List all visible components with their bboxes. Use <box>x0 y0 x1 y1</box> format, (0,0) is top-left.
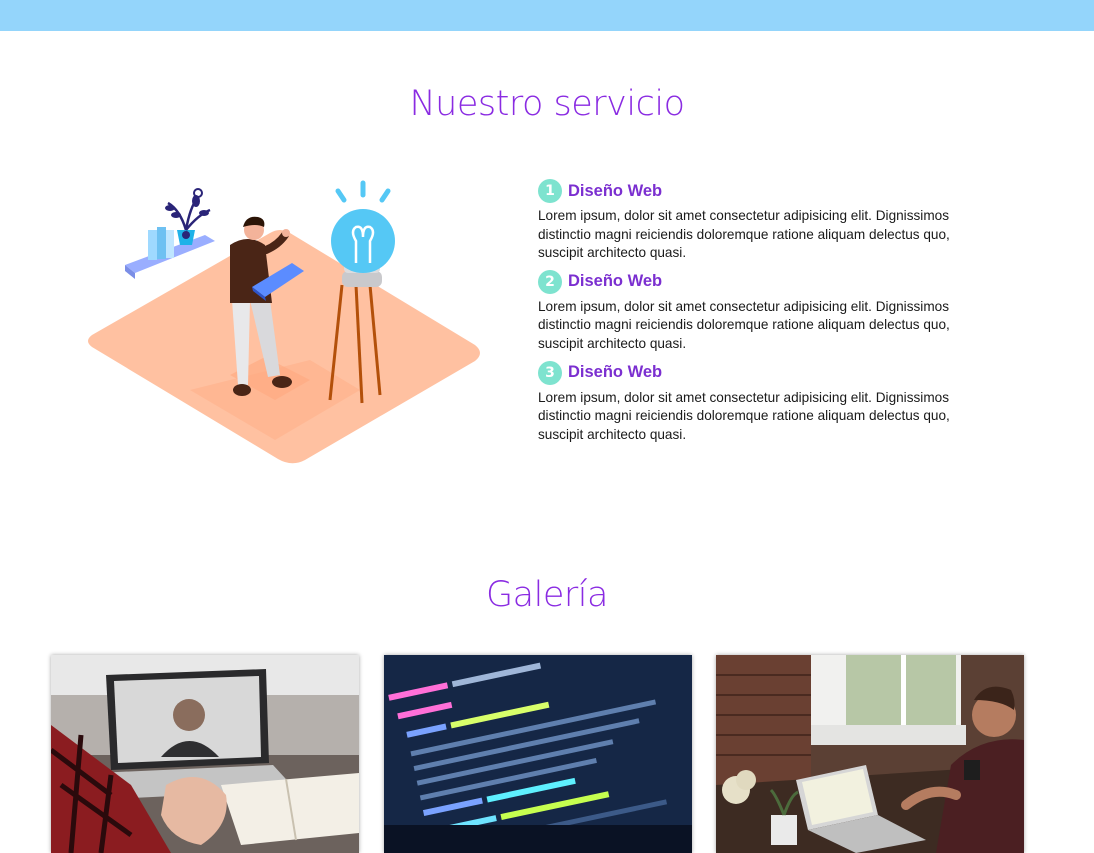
service-item: 3 Diseño Web Lorem ipsum, dolor sit amet… <box>538 360 988 445</box>
service-title: Diseño Web <box>568 272 663 291</box>
top-bar <box>0 0 1094 31</box>
service-heading: 3 Diseño Web <box>538 360 988 386</box>
service-title: Diseño Web <box>568 363 663 382</box>
gallery-grid <box>0 655 1094 853</box>
service-heading: 1 Diseño Web <box>538 178 988 204</box>
services-section-title: Nuestro servicio <box>409 84 686 124</box>
video-call-laptop-photo[interactable] <box>51 655 359 853</box>
gallery-section-title: Galería <box>486 575 608 615</box>
service-item: 2 Diseño Web Lorem ipsum, dolor sit amet… <box>538 269 988 354</box>
person-with-laptop-lightbulb-illustration <box>80 175 485 470</box>
service-item: 1 Diseño Web Lorem ipsum, dolor sit amet… <box>538 178 988 263</box>
service-number-badge: 2 <box>538 269 562 294</box>
service-title: Diseño Web <box>568 181 663 200</box>
service-number-badge: 1 <box>538 179 562 203</box>
service-heading: 2 Diseño Web <box>538 269 988 295</box>
service-list: 1 Diseño Web Lorem ipsum, dolor sit amet… <box>538 178 988 450</box>
service-description: Lorem ipsum, dolor sit amet consectetur … <box>538 389 950 442</box>
man-working-laptop-photo[interactable] <box>716 655 1024 853</box>
service-description: Lorem ipsum, dolor sit amet consectetur … <box>538 298 950 351</box>
service-description: Lorem ipsum, dolor sit amet consectetur … <box>538 208 950 261</box>
code-screen-photo[interactable] <box>384 655 692 853</box>
service-number-badge: 3 <box>538 360 562 385</box>
